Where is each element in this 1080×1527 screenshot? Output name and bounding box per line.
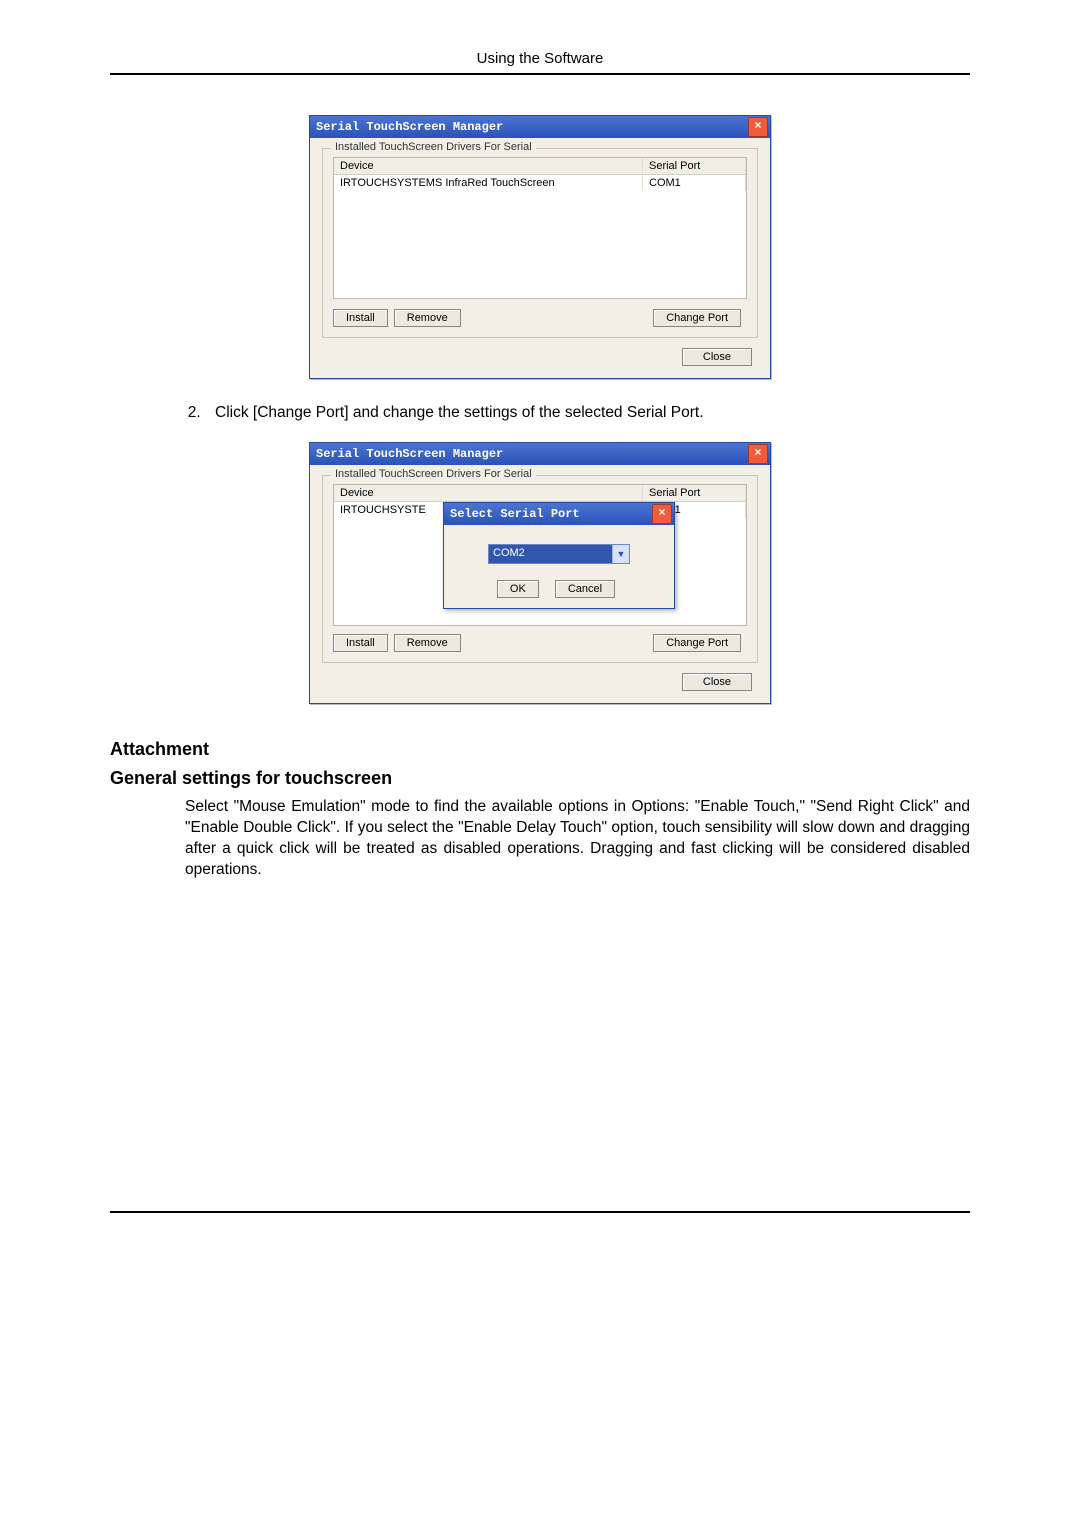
body-paragraph: Select "Mouse Emulation" mode to find th… <box>110 797 970 881</box>
list-header: Device Serial Port <box>334 158 746 175</box>
step-2: Click [Change Port] and change the setti… <box>205 404 970 422</box>
step-list: Click [Change Port] and change the setti… <box>110 404 970 422</box>
close-button[interactable]: Close <box>682 348 752 366</box>
drivers-groupbox: Installed TouchScreen Drivers For Serial… <box>322 148 758 338</box>
change-port-button[interactable]: Change Port <box>653 634 741 652</box>
col-port-header: Serial Port <box>643 158 746 174</box>
drivers-list[interactable]: Device Serial Port IRTOUCHSYSTEMS InfraR… <box>333 157 747 299</box>
select-serial-port-dialog: Select Serial Port × COM2 ▼ OK <box>443 502 675 609</box>
popup-title: Select Serial Port <box>450 507 652 521</box>
cancel-button[interactable]: Cancel <box>555 580 615 598</box>
dialog-titlebar: Serial TouchScreen Manager × <box>310 443 770 465</box>
chevron-down-icon[interactable]: ▼ <box>612 545 629 563</box>
heading-attachment: Attachment <box>110 739 970 760</box>
dialog-title: Serial TouchScreen Manager <box>316 447 748 461</box>
footer-rule <box>110 1211 970 1213</box>
groupbox-title: Installed TouchScreen Drivers For Serial <box>331 468 536 480</box>
remove-button[interactable]: Remove <box>394 634 461 652</box>
change-port-button[interactable]: Change Port <box>653 309 741 327</box>
col-port-header: Serial Port <box>643 485 746 501</box>
serial-manager-dialog: Serial TouchScreen Manager × Installed T… <box>309 115 771 379</box>
close-icon[interactable]: × <box>748 444 768 464</box>
list-header: Device Serial Port <box>334 485 746 502</box>
page-header-title: Using the Software <box>477 50 604 67</box>
close-icon[interactable]: × <box>652 504 672 524</box>
page-header: Using the Software <box>110 50 970 75</box>
groupbox-title: Installed TouchScreen Drivers For Serial <box>331 141 536 153</box>
serial-manager-dialog-2: Serial TouchScreen Manager × Installed T… <box>309 442 771 704</box>
dialog-titlebar: Serial TouchScreen Manager × <box>310 116 770 138</box>
col-device-header: Device <box>334 158 643 174</box>
ok-button[interactable]: OK <box>497 580 539 598</box>
serial-port-combobox[interactable]: COM2 ▼ <box>488 544 630 564</box>
heading-general-settings: General settings for touchscreen <box>110 768 970 789</box>
list-item-port: COM1 <box>643 175 746 191</box>
close-icon[interactable]: × <box>748 117 768 137</box>
popup-titlebar: Select Serial Port × <box>444 503 674 525</box>
combobox-value: COM2 <box>489 545 612 563</box>
drivers-groupbox: Installed TouchScreen Drivers For Serial… <box>322 475 758 663</box>
install-button[interactable]: Install <box>333 634 388 652</box>
dialog-title: Serial TouchScreen Manager <box>316 120 748 134</box>
col-device-header: Device <box>334 485 643 501</box>
install-button[interactable]: Install <box>333 309 388 327</box>
close-button[interactable]: Close <box>682 673 752 691</box>
list-item-device: IRTOUCHSYSTEMS InfraRed TouchScreen <box>334 175 643 191</box>
remove-button[interactable]: Remove <box>394 309 461 327</box>
list-item[interactable]: IRTOUCHSYSTEMS InfraRed TouchScreen COM1 <box>334 175 746 191</box>
